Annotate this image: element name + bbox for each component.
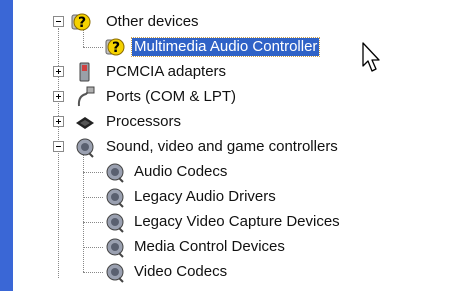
- tree-item-processors[interactable]: Processors: [48, 110, 268, 135]
- tree-item-sound-video-game[interactable]: Sound, video and game controllers: [48, 135, 378, 160]
- question-device-icon: ?: [105, 38, 125, 56]
- expand-toggle[interactable]: [53, 66, 64, 77]
- tree-item-label: Other devices: [106, 13, 199, 30]
- speaker-icon: [106, 213, 124, 233]
- svg-text:?: ?: [78, 15, 86, 31]
- tree-item-legacy-audio-drivers[interactable]: Legacy Audio Drivers: [100, 185, 320, 210]
- collapse-toggle[interactable]: [53, 16, 64, 27]
- speaker-icon: [76, 138, 94, 158]
- tree-item-audio-codecs[interactable]: Audio Codecs: [100, 160, 300, 185]
- tree-item-media-control-devices[interactable]: Media Control Devices: [100, 235, 340, 260]
- tree-item-label: Video Codecs: [134, 263, 228, 280]
- tree-item-ports[interactable]: Ports (COM & LPT): [48, 85, 268, 110]
- tree-item-label: Ports (COM & LPT): [106, 88, 237, 105]
- speaker-icon: [106, 238, 124, 258]
- tree-item-label: Processors: [106, 113, 182, 130]
- collapse-toggle[interactable]: [53, 141, 64, 152]
- tree-item-label: PCMCIA adapters: [106, 63, 227, 80]
- tree-item-legacy-video-capture[interactable]: Legacy Video Capture Devices: [100, 210, 380, 235]
- tree-item-label: Sound, video and game controllers: [106, 138, 338, 155]
- port-cable-icon: [77, 86, 95, 107]
- tree-item-video-codecs[interactable]: Video Codecs: [100, 260, 300, 285]
- svg-text:?: ?: [112, 40, 120, 56]
- tree-item-label: Multimedia Audio Controller: [130, 37, 321, 57]
- tree-item-pcmcia-adapters[interactable]: PCMCIA adapters: [48, 60, 268, 85]
- expand-toggle[interactable]: [53, 116, 64, 127]
- tree-item-label: Legacy Video Capture Devices: [134, 213, 340, 230]
- tree-item-label: Audio Codecs: [134, 163, 228, 180]
- device-tree: ? Other devices ? Multimedia Audio Contr…: [0, 0, 472, 291]
- processor-chip-icon: [76, 117, 94, 129]
- tree-item-multimedia-audio-controller[interactable]: ? Multimedia Audio Controller: [100, 35, 350, 60]
- tree-item-other-devices[interactable]: ? Other devices: [48, 10, 248, 35]
- expand-toggle[interactable]: [53, 91, 64, 102]
- speaker-icon: [106, 263, 124, 283]
- speaker-icon: [106, 163, 124, 183]
- question-device-icon: ?: [71, 13, 91, 31]
- mouse-pointer-icon: [362, 42, 380, 72]
- tree-item-label: Media Control Devices: [134, 238, 285, 255]
- speaker-icon: [106, 188, 124, 208]
- pcmcia-card-icon: [79, 62, 90, 82]
- tree-item-label: Legacy Audio Drivers: [134, 188, 276, 205]
